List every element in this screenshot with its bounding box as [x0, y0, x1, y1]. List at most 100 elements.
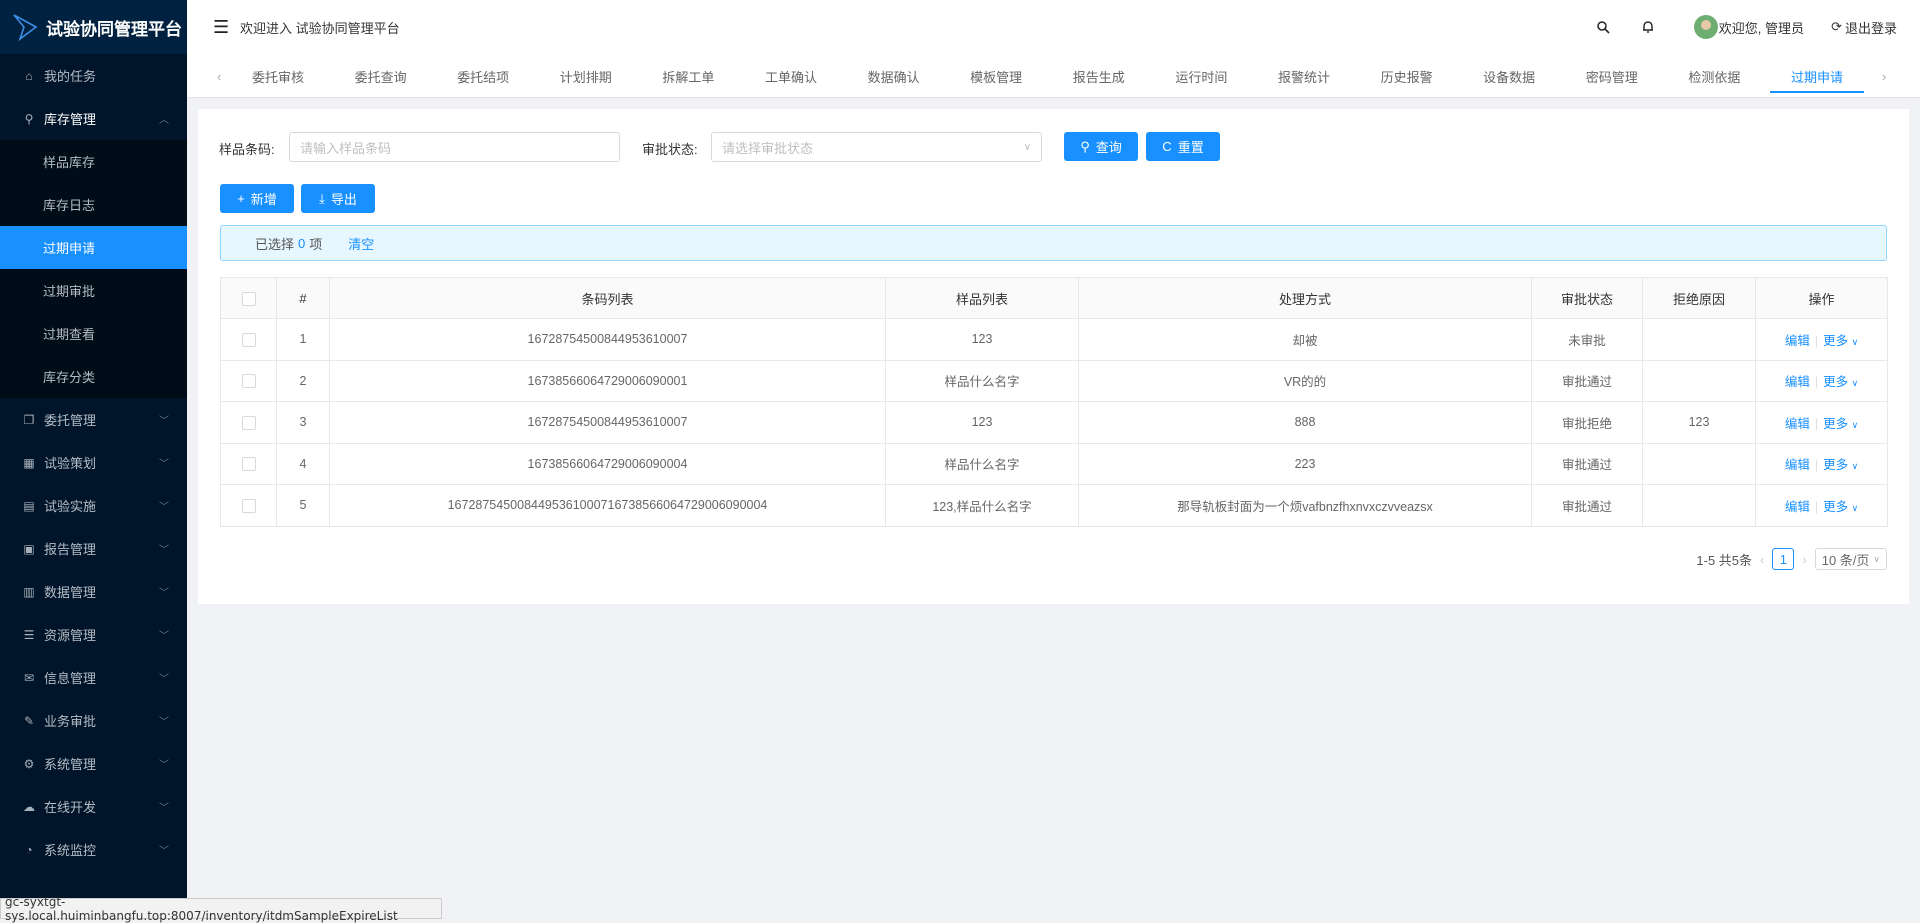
next-page-icon[interactable]: ›	[1802, 552, 1806, 567]
sidebar-subitem-label: 样品库存	[43, 155, 96, 170]
sidebar-subitem-label: 过期申请	[43, 241, 96, 256]
row-checkbox[interactable]	[220, 442, 277, 485]
menu-toggle-icon[interactable]: ☰	[213, 17, 229, 38]
sidebar-subitem[interactable]: 库存日志	[0, 183, 187, 226]
tab[interactable]: 数据确认	[843, 54, 945, 98]
sidebar-item[interactable]: ⚲ 库存管理 ︿	[0, 97, 187, 140]
tab[interactable]: 委托审核	[227, 54, 329, 98]
more-dropdown[interactable]: 更多 ∨	[1823, 500, 1858, 514]
sidebar-item[interactable]: ▥ 数据管理 ﹀	[0, 570, 187, 613]
add-button[interactable]: + 新增	[220, 184, 294, 213]
row-checkbox[interactable]	[220, 359, 277, 402]
page-1-button[interactable]: 1	[1772, 548, 1795, 570]
tab-label: 计划排期	[559, 69, 612, 85]
tab-scroll-left-icon[interactable]: ‹	[217, 54, 221, 98]
tab[interactable]: 过期申请	[1766, 54, 1868, 98]
pagination: 1-5 共5条 ‹ 1 › 10 条/页 ∨	[1696, 548, 1887, 570]
tab[interactable]: 运行时间	[1150, 54, 1252, 98]
cell-barcode: 16728754500844953610007	[329, 318, 886, 361]
column-header: 样品列表	[885, 277, 1079, 319]
select-all-checkbox[interactable]	[220, 277, 277, 319]
tab[interactable]: 历史报警	[1356, 54, 1458, 98]
bell-icon[interactable]	[1642, 0, 1654, 54]
tab[interactable]: 拆解工单	[637, 54, 739, 98]
edit-link[interactable]: 编辑	[1785, 375, 1810, 389]
calendar-icon: ▦	[23, 455, 35, 470]
dashboard-icon: ◔	[25, 842, 33, 857]
sidebar-item[interactable]: ⌂ 我的任务	[0, 54, 187, 97]
row-checkbox[interactable]	[220, 401, 277, 444]
sidebar-subitem[interactable]: 库存分类	[0, 355, 187, 398]
chevron-down-icon: ∨	[1873, 553, 1880, 564]
tab[interactable]: 检测依据	[1663, 54, 1765, 98]
tab-label: 委托结项	[457, 69, 510, 85]
sidebar-item[interactable]: ✉ 信息管理 ﹀	[0, 656, 187, 699]
cell-status: 审批通过	[1531, 359, 1643, 402]
sidebar-subitem[interactable]: 样品库存	[0, 140, 187, 183]
tab[interactable]: 报警统计	[1253, 54, 1355, 98]
sidebar-item[interactable]: ☰ 资源管理 ﹀	[0, 613, 187, 656]
more-dropdown[interactable]: 更多 ∨	[1823, 417, 1858, 431]
bar-chart-icon: ▥	[23, 584, 35, 599]
more-dropdown[interactable]: 更多 ∨	[1823, 458, 1858, 472]
tab[interactable]: 计划排期	[535, 54, 637, 98]
edit-link[interactable]: 编辑	[1785, 334, 1810, 348]
sidebar-item[interactable]: ✎ 业务审批 ﹀	[0, 699, 187, 742]
edit-link[interactable]: 编辑	[1785, 458, 1810, 472]
chevron-down-icon: ∨	[1023, 141, 1031, 153]
logout-button[interactable]: ⟳ 退出登录	[1831, 0, 1897, 54]
sidebar-item[interactable]: ⚙ 系统管理 ﹀	[0, 742, 187, 785]
sidebar-item[interactable]: ▦ 试验策划 ﹀	[0, 441, 187, 484]
search-icon[interactable]	[1597, 0, 1610, 54]
query-button[interactable]: ⚲ 查询	[1064, 132, 1138, 161]
logo-bird-icon	[13, 14, 38, 41]
barcode-input[interactable]: 请输入样品条码	[289, 132, 620, 162]
edit-link[interactable]: 编辑	[1785, 417, 1810, 431]
sidebar-subitem[interactable]: 过期申请	[0, 226, 187, 269]
sidebar-item[interactable]: ▤ 试验实施 ﹀	[0, 484, 187, 527]
row-checkbox[interactable]	[220, 484, 277, 527]
status-select[interactable]: 请选择审批状态 ∨	[711, 132, 1042, 162]
row-actions: 编辑 | 更多 ∨	[1755, 318, 1888, 361]
sidebar-item[interactable]: ▣ 报告管理 ﹀	[0, 527, 187, 570]
tab[interactable]: 委托结项	[432, 54, 534, 98]
chevron-down-icon: ∨	[1851, 378, 1859, 389]
sidebar-item[interactable]: ◔ 系统监控 ﹀	[0, 828, 187, 871]
cell-reason	[1642, 442, 1756, 485]
tab[interactable]: 工单确认	[740, 54, 842, 98]
export-button[interactable]: ⤓ 导出	[301, 184, 375, 213]
sidebar-item[interactable]: ☁ 在线开发 ﹀	[0, 785, 187, 828]
reset-button[interactable]: C 重置	[1146, 132, 1220, 161]
clear-selection-link[interactable]: 清空	[348, 234, 374, 253]
page-size-select[interactable]: 10 条/页 ∨	[1814, 548, 1887, 570]
cell-no: 3	[276, 401, 330, 444]
tab[interactable]: 密码管理	[1561, 54, 1663, 98]
sidebar-subitem[interactable]: 过期审批	[0, 269, 187, 312]
sidebar-subitem[interactable]: 过期查看	[0, 312, 187, 355]
sidebar-item-label: 信息管理	[44, 671, 97, 686]
edit-link[interactable]: 编辑	[1785, 500, 1810, 514]
tab[interactable]: 报告生成	[1048, 54, 1150, 98]
cell-no: 1	[276, 318, 330, 361]
tab-scroll-right-icon[interactable]: ›	[1882, 54, 1886, 98]
more-dropdown[interactable]: 更多 ∨	[1823, 334, 1858, 348]
table-row: 2 16738566064729006090001 样品什么名字 VR的的 审批通过 编辑…	[220, 359, 1888, 402]
tab[interactable]: 设备数据	[1458, 54, 1560, 98]
chevron-down-icon: ﹀	[159, 588, 169, 599]
row-checkbox[interactable]	[220, 318, 277, 361]
more-dropdown[interactable]: 更多 ∨	[1823, 375, 1858, 389]
cell-barcode: 16738566064729006090001	[329, 359, 886, 402]
tab[interactable]: 委托查询	[330, 54, 432, 98]
chevron-down-icon: ∨	[1851, 336, 1859, 347]
user-greeting[interactable]: 欢迎您, 管理员	[1719, 0, 1804, 54]
logo[interactable]: 试验协同管理平台	[0, 0, 187, 54]
tab[interactable]: 模板管理	[945, 54, 1047, 98]
avatar[interactable]	[1694, 0, 1718, 54]
prev-page-icon[interactable]: ‹	[1760, 552, 1764, 567]
tab-label: 数据确认	[867, 69, 920, 85]
tab-label: 运行时间	[1175, 69, 1228, 85]
sidebar-item[interactable]: ❐ 委托管理 ﹀	[0, 398, 187, 441]
report-icon: ▣	[23, 541, 35, 556]
cell-sample: 123	[885, 318, 1079, 361]
sidebar-subitem-label: 库存日志	[43, 198, 96, 213]
